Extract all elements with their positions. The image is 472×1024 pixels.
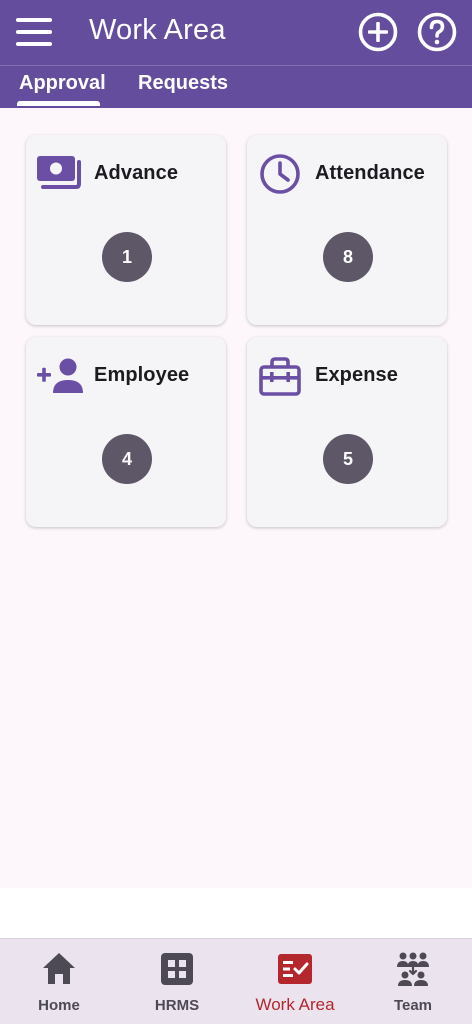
bottom-navigation: Home HRMS Work Area Team <box>0 938 472 1024</box>
briefcase-icon <box>259 357 301 396</box>
nav-home[interactable]: Home <box>0 939 118 1024</box>
card-label: Attendance <box>315 162 425 184</box>
add-person-icon <box>37 358 83 393</box>
home-icon <box>43 953 75 984</box>
team-icon <box>397 952 429 986</box>
card-advance[interactable]: Advance 1 <box>26 135 226 325</box>
count-badge: 1 <box>102 232 152 282</box>
help-circle-icon[interactable] <box>416 11 458 53</box>
nav-hrms[interactable]: HRMS <box>118 939 236 1024</box>
active-tab-indicator <box>17 101 100 106</box>
header-divider <box>0 65 472 66</box>
nav-label: HRMS <box>154 997 200 1014</box>
nav-team[interactable]: Team <box>354 939 472 1024</box>
content-footer-space <box>0 888 472 938</box>
card-expense[interactable]: Expense 5 <box>247 337 447 527</box>
nav-label: Work Area <box>255 995 335 1014</box>
grid-icon <box>161 953 193 985</box>
app-header: Work Area Approval Requests <box>0 0 472 108</box>
count-badge: 5 <box>323 434 373 484</box>
tab-requests[interactable]: Requests <box>138 72 228 100</box>
hamburger-menu-icon[interactable] <box>14 16 54 48</box>
nav-work-area[interactable]: Work Area <box>236 939 354 1024</box>
card-label: Employee <box>94 364 190 386</box>
card-label: Advance <box>94 162 179 184</box>
page-title: Work Area <box>89 14 226 46</box>
plus-circle-icon[interactable] <box>357 11 399 53</box>
nav-label: Team <box>393 997 433 1014</box>
count-badge: 8 <box>323 232 373 282</box>
card-label: Expense <box>315 364 398 386</box>
checklist-icon <box>278 954 312 984</box>
card-employee[interactable]: Employee 4 <box>26 337 226 527</box>
money-stack-icon <box>37 156 81 189</box>
tab-approval[interactable]: Approval <box>19 72 106 100</box>
card-attendance[interactable]: Attendance 8 <box>247 135 447 325</box>
count-badge: 4 <box>102 434 152 484</box>
clock-icon <box>260 154 300 194</box>
nav-label: Home <box>38 997 80 1014</box>
